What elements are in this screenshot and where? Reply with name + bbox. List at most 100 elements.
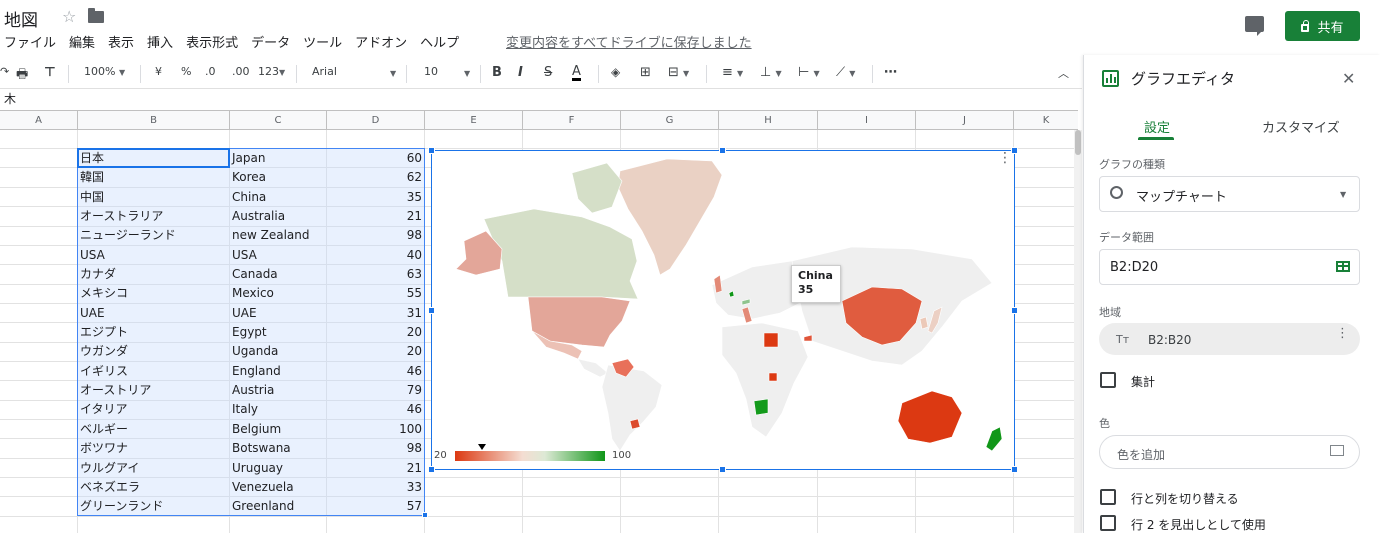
cell-value[interactable]: 100	[399, 420, 422, 439]
cell-country-en[interactable]: UAE	[232, 304, 257, 323]
chart-resize-handle[interactable]	[1011, 147, 1018, 154]
cell-value[interactable]: 60	[407, 149, 422, 168]
currency-button[interactable]: ¥	[155, 65, 162, 78]
cell-country-ja[interactable]: カナダ	[80, 265, 116, 284]
menu-insert[interactable]: 挿入	[147, 32, 173, 51]
region-field-chip[interactable]	[1099, 323, 1360, 355]
text-color-icon[interactable]: A	[572, 65, 581, 81]
cell-country-ja[interactable]: 中国	[80, 188, 104, 207]
vertical-scrollbar[interactable]	[1074, 130, 1082, 533]
cell-country-en[interactable]: Korea	[232, 168, 266, 187]
cell-country-en[interactable]: Austria	[232, 381, 274, 400]
grid-icon[interactable]	[1330, 445, 1344, 456]
cell-country-en[interactable]: new Zealand	[232, 226, 309, 245]
column-header-i[interactable]: I	[818, 111, 916, 130]
cell-country-en[interactable]: Uganda	[232, 342, 278, 361]
increase-decimal-button[interactable]: .00	[232, 65, 250, 78]
cell-country-en[interactable]: Uruguay	[232, 459, 283, 478]
column-header-d[interactable]: D	[327, 111, 425, 130]
active-cell[interactable]	[77, 148, 230, 168]
font-select[interactable]: Arial	[312, 65, 337, 78]
column-header-h[interactable]: H	[719, 111, 818, 130]
collapse-toolbar-icon[interactable]: ︿	[1058, 65, 1069, 81]
country-uae[interactable]	[803, 334, 813, 342]
share-button[interactable]: 共有	[1285, 11, 1360, 41]
select-range-icon[interactable]	[1336, 261, 1350, 272]
column-header-c[interactable]: C	[230, 111, 327, 130]
cell-country-ja[interactable]: メキシコ	[80, 284, 128, 303]
text-wrap-icon[interactable]: ⊢ ▼	[798, 65, 820, 80]
cell-country-en[interactable]: Italy	[232, 400, 258, 419]
menu-format[interactable]: 表示形式	[186, 32, 238, 51]
cell-country-ja[interactable]: イギリス	[80, 362, 128, 381]
menu-tools[interactable]: ツール	[303, 32, 342, 51]
cell-country-ja[interactable]: USA	[80, 246, 105, 265]
chart-resize-handle[interactable]	[428, 147, 435, 154]
cell-country-ja[interactable]: ベルギー	[80, 420, 128, 439]
strikethrough-icon[interactable]: S	[544, 65, 552, 80]
menu-file[interactable]: ファイル	[4, 32, 56, 51]
country-canada[interactable]	[483, 208, 639, 300]
use-row-as-header-checkbox[interactable]	[1100, 515, 1116, 531]
cell-country-ja[interactable]: グリーンランド	[80, 497, 163, 516]
cell-value[interactable]: 57	[407, 497, 422, 516]
cell-country-en[interactable]: USA	[232, 246, 257, 265]
cell-country-ja[interactable]: ニュージーランド	[80, 226, 176, 245]
zoom-select[interactable]: 100% ▼	[84, 65, 125, 78]
decrease-decimal-button[interactable]: .0	[205, 65, 216, 78]
comment-icon[interactable]	[1245, 16, 1264, 36]
more-vert-icon[interactable]: ⋮	[1336, 327, 1349, 340]
cell-value[interactable]: 40	[407, 246, 422, 265]
cell-value[interactable]: 46	[407, 362, 422, 381]
cell-country-ja[interactable]: ウガンダ	[80, 342, 128, 361]
cell-country-ja[interactable]: オーストラリア	[80, 207, 163, 226]
column-header-g[interactable]: G	[621, 111, 719, 130]
text-rotation-icon[interactable]: ⟋ ▼	[836, 65, 855, 80]
save-status-link[interactable]: 変更内容をすべてドライブに保存しました	[506, 32, 752, 51]
cell-country-ja[interactable]: ベネズエラ	[80, 478, 140, 497]
close-icon[interactable]: ✕	[1342, 69, 1355, 88]
more-options-icon[interactable]: ⋯	[884, 65, 897, 80]
print-icon[interactable]: 🖶	[16, 65, 28, 87]
menu-addons[interactable]: アドオン	[355, 32, 407, 51]
fill-color-icon[interactable]: ◈	[611, 65, 620, 79]
horizontal-align-icon[interactable]: ≡ ▼	[722, 65, 743, 80]
column-header-a[interactable]: A	[0, 111, 78, 130]
cell-value[interactable]: 79	[407, 381, 422, 400]
tab-customize[interactable]: カスタマイズ	[1262, 117, 1340, 136]
cell-country-en[interactable]: Belgium	[232, 420, 281, 439]
country-canada-islands[interactable]	[571, 162, 623, 214]
cell-country-en[interactable]: England	[232, 362, 281, 381]
cell-value[interactable]: 31	[407, 304, 422, 323]
cell-country-en[interactable]: Botswana	[232, 439, 291, 458]
italic-icon[interactable]: I	[518, 65, 523, 80]
column-header-k[interactable]: K	[1014, 111, 1078, 130]
cell-country-ja[interactable]: UAE	[80, 304, 105, 323]
document-title[interactable]: 地図	[4, 6, 38, 31]
cell-country-en[interactable]: Australia	[232, 207, 285, 226]
menu-view[interactable]: 表示	[108, 32, 134, 51]
cell-country-en[interactable]: Canada	[232, 265, 278, 284]
paint-format-icon[interactable]: ⊤	[44, 65, 56, 80]
formula-bar-value[interactable]: 木	[4, 90, 16, 107]
menu-help[interactable]: ヘルプ	[420, 32, 459, 51]
chart-resize-handle[interactable]	[1011, 466, 1018, 473]
chart-resize-handle[interactable]	[428, 466, 435, 473]
menu-data[interactable]: データ	[251, 32, 290, 51]
map-chart[interactable]	[431, 150, 1015, 470]
column-header-j[interactable]: J	[916, 111, 1014, 130]
column-header-e[interactable]: E	[425, 111, 523, 130]
chart-resize-handle[interactable]	[719, 466, 726, 473]
folder-icon[interactable]	[88, 8, 104, 23]
merge-cells-icon[interactable]: ⊟ ▼	[668, 65, 689, 80]
cell-value[interactable]: 62	[407, 168, 422, 187]
cell-country-ja[interactable]: イタリア	[80, 400, 128, 419]
selection-fill-handle[interactable]	[422, 512, 428, 518]
country-egypt[interactable]	[763, 332, 779, 348]
font-size-caret-icon[interactable]: ▼	[464, 69, 470, 78]
cell-value[interactable]: 98	[407, 439, 422, 458]
cell-value[interactable]: 20	[407, 342, 422, 361]
cell-country-ja[interactable]: ウルグアイ	[80, 459, 139, 478]
country-australia[interactable]	[897, 390, 963, 444]
cell-country-en[interactable]: Venezuela	[232, 478, 294, 497]
